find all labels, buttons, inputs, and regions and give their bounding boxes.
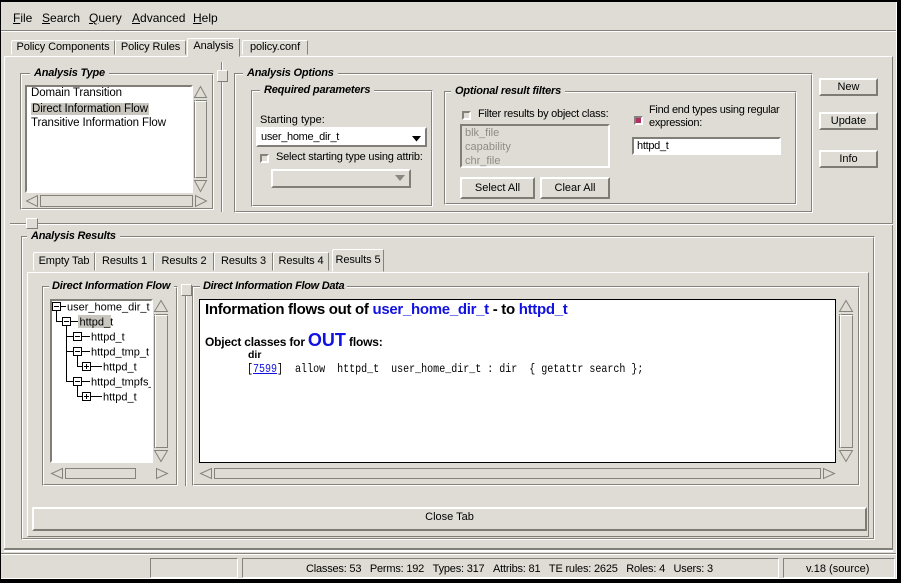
svg-text:user_home_dir_t: user_home_dir_t: [67, 302, 150, 314]
svg-text:httpd_t: httpd_t: [103, 392, 137, 404]
svg-text:httpd_t: httpd_t: [91, 332, 125, 344]
svg-text:httpd_t: httpd_t: [80, 317, 114, 329]
svg-text:httpd_t: httpd_t: [103, 362, 137, 374]
svg-text:httpd_tmpfs_t: httpd_tmpfs_t: [91, 377, 151, 389]
svg-text:httpd_tmp_t: httpd_tmp_t: [91, 347, 149, 359]
